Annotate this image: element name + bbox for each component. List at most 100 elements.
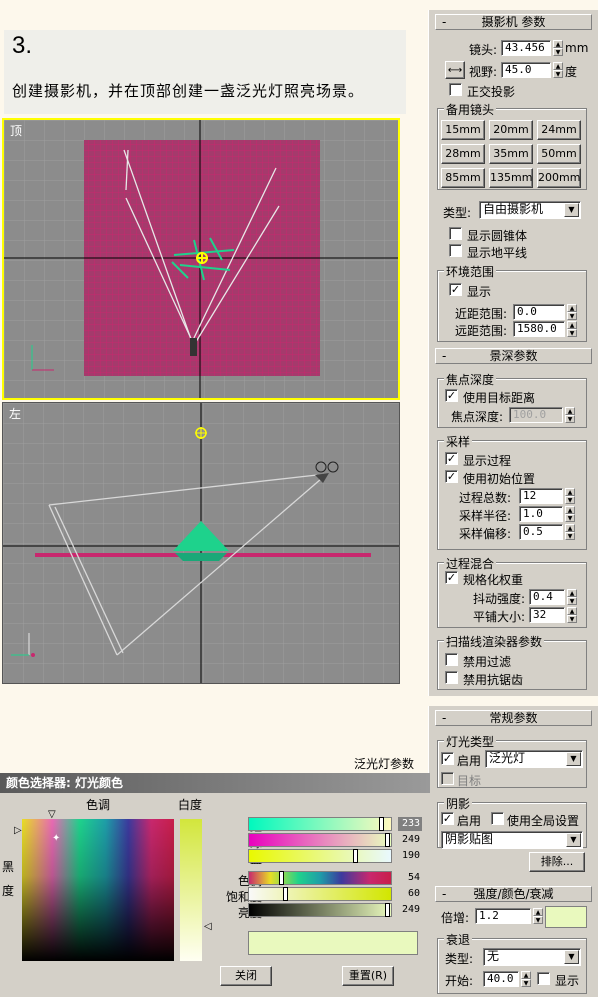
hue-slider[interactable] <box>248 871 392 885</box>
display-passes-checkbox[interactable]: ✓ <box>445 452 458 465</box>
left-viewport[interactable]: 左 <box>2 402 400 684</box>
lens-35mm-button[interactable]: 35mm <box>489 144 533 164</box>
tile-size-spinner[interactable]: ▲ ▼ <box>567 607 577 623</box>
env-show-checkbox[interactable]: ✓ <box>449 283 462 296</box>
multiplier-spinner[interactable]: ▲ ▼ <box>533 908 543 924</box>
sample-radius-spinner[interactable]: ▲ ▼ <box>565 506 575 522</box>
step-number: 3. <box>12 32 33 59</box>
lens-15mm-button[interactable]: 15mm <box>441 120 485 140</box>
command-panel-top: - 摄影机 参数 镜头: 43.456 ▲ ▼ mm ⟷ 视野: 45.0 ▲ ▼ 度… <box>428 10 598 348</box>
light-color-swatch[interactable] <box>545 906 587 928</box>
use-target-distance-checkbox[interactable]: ✓ <box>445 389 458 402</box>
light-type-group-label: 灯光类型 <box>444 733 497 750</box>
close-button[interactable]: 关闭 <box>220 966 272 986</box>
fov-spinner[interactable]: ▲ ▼ <box>553 62 563 78</box>
red-value[interactable]: 233 <box>398 817 422 831</box>
light-type-select[interactable]: 泛光灯 ▼ <box>485 750 583 768</box>
target-checkbox[interactable] <box>441 772 454 785</box>
near-range-input[interactable]: 0.0 <box>513 304 565 320</box>
light-enable-checkbox[interactable]: ✓ <box>441 752 454 765</box>
dither-strength-spinner[interactable]: ▲ ▼ <box>567 589 577 605</box>
lens-input[interactable]: 43.456 <box>501 40 551 56</box>
saturation-slider[interactable] <box>248 887 392 901</box>
lens-135mm-button[interactable]: 135mm <box>489 168 533 188</box>
ortho-checkbox[interactable] <box>449 83 462 96</box>
light-type-value: 泛光灯 <box>489 751 526 765</box>
value-value[interactable]: 249 <box>398 903 422 917</box>
total-passes-input[interactable]: 12 <box>519 488 563 504</box>
intensity-rollout-header[interactable]: - 强度/颜色/衰减 <box>435 886 592 902</box>
show-horizon-checkbox[interactable] <box>449 244 462 257</box>
sample-radius-input[interactable]: 1.0 <box>519 506 563 522</box>
hue-blackness-field[interactable]: ✦ <box>22 819 174 961</box>
lens-28mm-button[interactable]: 28mm <box>441 144 485 164</box>
env-ranges-label: 环境范围 <box>444 263 497 280</box>
general-params-rollout-header[interactable]: - 常规参数 <box>435 710 592 726</box>
dither-strength-input[interactable]: 0.4 <box>529 589 565 605</box>
green-value[interactable]: 249 <box>398 833 422 847</box>
use-original-location-checkbox[interactable]: ✓ <box>445 470 458 483</box>
decay-type-select[interactable]: 无 ▼ <box>483 948 581 966</box>
decay-type-value: 无 <box>487 949 500 963</box>
target-label: 目标 <box>457 774 482 788</box>
decay-start-spinner[interactable]: ▲ ▼ <box>521 971 531 987</box>
sample-bias-input[interactable]: 0.5 <box>519 524 563 540</box>
whiteness-bar[interactable] <box>180 819 202 961</box>
far-range-spinner[interactable]: ▲ ▼ <box>567 321 577 337</box>
lens-20mm-button[interactable]: 20mm <box>489 120 533 140</box>
disable-antialiasing-label: 禁用抗锯齿 <box>463 673 524 687</box>
blackness-label: 黑 度 <box>2 860 15 898</box>
general-params-title: 常规参数 <box>489 711 538 725</box>
camera-type-value: 自由摄影机 <box>483 202 544 216</box>
color-picker-title[interactable]: 颜色选择器: 灯光颜色 <box>0 773 430 793</box>
normalize-weights-checkbox[interactable]: ✓ <box>445 571 458 584</box>
scanline-group-label: 扫描线渲染器参数 <box>444 633 545 650</box>
sampling-group-label: 采样 <box>444 433 473 450</box>
shadow-type-select[interactable]: 阴影贴图 ▼ <box>441 831 583 849</box>
saturation-value[interactable]: 60 <box>398 887 422 901</box>
exclude-button[interactable]: 排除... <box>529 852 585 872</box>
reset-button[interactable]: 重置(R) <box>342 966 394 986</box>
red-slider[interactable] <box>248 817 392 831</box>
blue-slider[interactable] <box>248 849 392 863</box>
green-slider[interactable] <box>248 833 392 847</box>
camera-params-rollout-header[interactable]: - 摄影机 参数 <box>435 14 592 30</box>
lens-24mm-button[interactable]: 24mm <box>537 120 581 140</box>
sample-bias-spinner[interactable]: ▲ ▼ <box>565 524 575 540</box>
hue-label: 色调 <box>86 798 111 812</box>
lens-spinner[interactable]: ▲ ▼ <box>553 40 563 56</box>
tile-size-label: 平铺大小: <box>473 610 526 624</box>
disable-filtering-checkbox[interactable] <box>445 653 458 666</box>
whiteness-label: 白度 <box>178 798 203 812</box>
lens-50mm-button[interactable]: 50mm <box>537 144 581 164</box>
disable-antialiasing-checkbox[interactable] <box>445 671 458 684</box>
top-viewport[interactable]: 顶 <box>2 118 400 400</box>
shadow-enable-checkbox[interactable]: ✓ <box>441 812 454 825</box>
use-global-settings-label: 使用全局设置 <box>507 814 580 828</box>
total-passes-spinner[interactable]: ▲ ▼ <box>565 488 575 504</box>
multiplier-input[interactable]: 1.2 <box>475 908 531 924</box>
show-cone-checkbox[interactable] <box>449 227 462 240</box>
lens-200mm-button[interactable]: 200mm <box>537 168 581 188</box>
dither-strength-label: 抖动强度: <box>473 592 526 606</box>
camera-type-select[interactable]: 自由摄影机 ▼ <box>479 201 581 219</box>
fov-direction-button[interactable]: ⟷ <box>445 61 465 79</box>
stock-lens-label: 备用镜头 <box>444 101 497 118</box>
decay-start-input[interactable]: 40.0 <box>483 971 519 987</box>
sample-radius-label: 采样半径: <box>459 509 512 523</box>
use-global-settings-checkbox[interactable] <box>491 812 504 825</box>
near-range-spinner[interactable]: ▲ ▼ <box>567 304 577 320</box>
value-slider[interactable] <box>248 903 392 917</box>
tile-size-input[interactable]: 32 <box>529 607 565 623</box>
chevron-down-icon: ▼ <box>566 752 581 766</box>
fov-input[interactable]: 45.0 <box>501 62 551 78</box>
lens-85mm-button[interactable]: 85mm <box>441 168 485 188</box>
focal-depth-input[interactable]: 100.0 <box>509 407 563 423</box>
multiplier-label: 倍增: <box>441 911 470 925</box>
decay-show-checkbox[interactable] <box>537 972 550 985</box>
focal-depth-spinner[interactable]: ▲ ▼ <box>565 407 575 423</box>
blue-value[interactable]: 190 <box>398 849 422 863</box>
far-range-input[interactable]: 1580.0 <box>513 321 565 337</box>
dof-params-rollout-header[interactable]: - 景深参数 <box>435 348 592 364</box>
hue-value[interactable]: 54 <box>398 871 422 885</box>
